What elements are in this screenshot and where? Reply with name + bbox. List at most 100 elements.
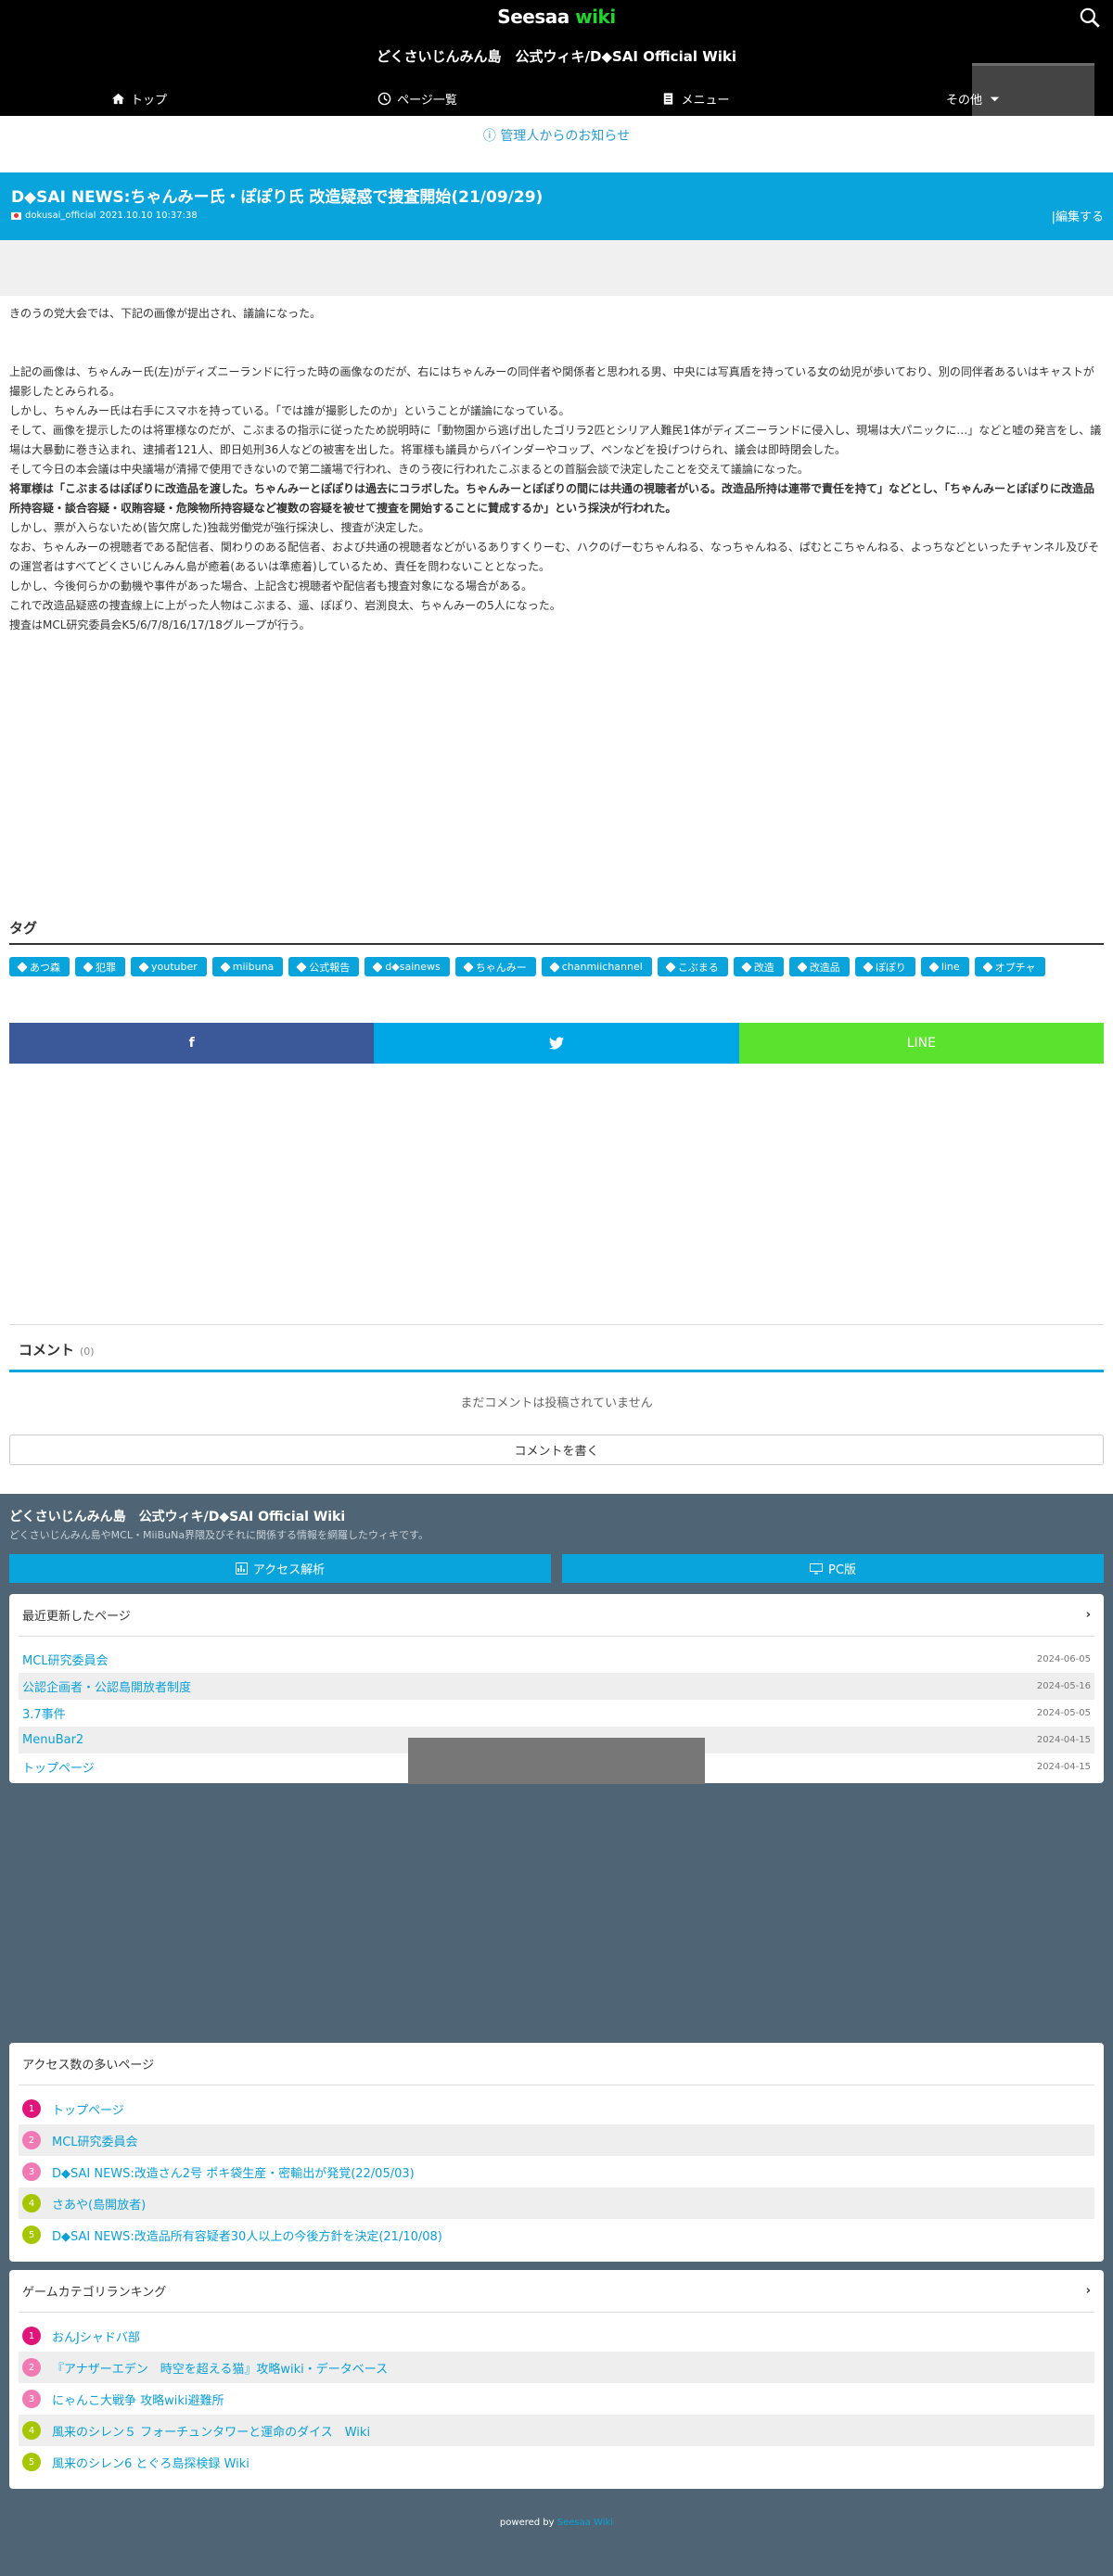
rank-badge: 4 xyxy=(22,2194,41,2213)
article-paragraph: 上記の画像は、ちゃんみー氏(左)がディズニーランドに行った時の画像なのだが、右に… xyxy=(9,365,1094,398)
game-wiki-link[interactable]: おんJシャドバ部 xyxy=(52,2327,140,2345)
seesaa-wiki-logo[interactable]: Seesaa wiki xyxy=(0,6,1113,28)
rank-badge: 1 xyxy=(22,2099,41,2118)
tag[interactable]: オプチャ xyxy=(974,957,1045,976)
popular-page-link[interactable]: トップページ xyxy=(52,2100,124,2118)
tag[interactable]: chanmiichannel xyxy=(541,957,652,976)
twitter-share-button[interactable] xyxy=(374,1023,739,1064)
tag-list: あつ森 犯罪 youtuber miibuna 公式報告 d◆sainews ち… xyxy=(9,957,1104,976)
rank-badge: 5 xyxy=(22,2453,41,2471)
tag[interactable]: d◆sainews xyxy=(365,957,450,976)
ad-overlay[interactable] xyxy=(408,1738,705,1784)
list-item[interactable]: 1 おんJシャドバ部 xyxy=(19,2320,1094,2352)
site-title[interactable]: どくさいじんみん島 公式ウィキ/D◆SAI Official Wiki xyxy=(0,46,1113,66)
recent-page-link[interactable]: 3.7事件 xyxy=(22,1704,66,1722)
flag-icon xyxy=(11,211,21,220)
rank-badge: 3 xyxy=(22,2162,41,2181)
updated-date: 2024-06-05 xyxy=(1036,1654,1091,1664)
tag[interactable]: miibuna xyxy=(211,957,284,976)
tag-icon xyxy=(928,961,940,973)
recent-pages-heading[interactable]: 最近更新したページ › xyxy=(19,1594,1094,1637)
game-wiki-link[interactable]: にゃんこ大戦争 攻略wiki避難所 xyxy=(52,2391,224,2408)
nav-menu[interactable]: メニュー xyxy=(556,83,835,113)
recent-page-link[interactable]: トップページ xyxy=(22,1758,95,1776)
article-paragraph: しかし、ちゃんみー氏は右手にスマホを持っている。「では誰が撮影したのか」というこ… xyxy=(9,404,570,417)
write-comment-button[interactable]: コメントを書く xyxy=(9,1435,1104,1465)
list-item[interactable]: 3 にゃんこ大戦争 攻略wiki避難所 xyxy=(19,2383,1094,2415)
popular-page-link[interactable]: さあや(島開放者) xyxy=(52,2195,146,2213)
list-item[interactable]: 2 『アナザーエデン 時空を超える猫』攻略wiki・データベース xyxy=(19,2352,1094,2383)
game-wiki-link[interactable]: 『アナザーエデン 時空を超える猫』攻略wiki・データベース xyxy=(52,2359,388,2377)
article-paragraph: 捜査はMCL研究委員会K5/6/7/8/16/17/18グループが行う。 xyxy=(9,618,311,631)
tag[interactable]: ぽぽり xyxy=(854,957,915,976)
recent-page-link[interactable]: MCL研究委員会 xyxy=(22,1651,109,1668)
pc-version-button[interactable]: PC版 xyxy=(562,1554,1104,1583)
updated-date: 2024-04-15 xyxy=(1036,1735,1091,1745)
tag[interactable]: 改造品 xyxy=(788,957,850,976)
list-item[interactable]: 4 風来のシレン５ フォーチュンタワーと運命のダイス Wiki xyxy=(19,2415,1094,2446)
tag[interactable]: line xyxy=(920,957,969,976)
tag[interactable]: ちゃんみー xyxy=(454,957,536,976)
list-item[interactable]: 3 D◆SAI NEWS:改造さん2号 ポキ袋生産・密輸出が発覚(22/05/03… xyxy=(19,2156,1094,2187)
list-item[interactable]: 5 D◆SAI NEWS:改造品所有容疑者30人以上の今後方針を決定(21/10/… xyxy=(19,2219,1094,2251)
popular-page-link[interactable]: D◆SAI NEWS:改造さん2号 ポキ袋生産・密輸出が発覚(22/05/03) xyxy=(52,2163,415,2181)
recent-page-link[interactable]: MenuBar2 xyxy=(22,1733,83,1747)
tag-icon xyxy=(463,961,474,973)
list-item[interactable]: MCL研究委員会 2024-06-05 xyxy=(19,1646,1094,1673)
popular-page-link[interactable]: D◆SAI NEWS:改造品所有容疑者30人以上の今後方針を決定(21/10/0… xyxy=(52,2226,442,2244)
tag-icon xyxy=(982,961,993,973)
nav-other[interactable]: その他 xyxy=(835,83,1113,113)
list-item[interactable]: 2 MCL研究委員会 xyxy=(19,2124,1094,2156)
admin-notice-link[interactable]: ⓘ 管理人からのお知らせ xyxy=(0,126,1113,145)
list-item[interactable]: 1 トップページ xyxy=(19,2093,1094,2124)
article-paragraph: そして、画像を提示したのは将軍様なのだが、こぶまるの指示に従ったため説明時に「動… xyxy=(9,424,1102,456)
article-paragraph: これで改造品疑惑の捜査線上に上がった人物はこぶまる、遥、ぽぽり、岩渕良太、ちゃん… xyxy=(9,599,561,612)
facebook-share-button[interactable]: f xyxy=(9,1023,375,1064)
tag[interactable]: 改造 xyxy=(733,957,784,976)
site-header: Seesaa wiki どくさいじんみん島 公式ウィキ/D◆SAI Offici… xyxy=(0,0,1113,116)
popular-page-link[interactable]: MCL研究委員会 xyxy=(52,2132,138,2149)
footer-site-description: どくさいじんみん島やMCL・MiiBuNa界隈及びそれに関係する情報を網羅したウ… xyxy=(9,1529,429,1541)
game-ranking-box: ゲームカテゴリランキング › 1 おんJシャドバ部 2 『アナザーエデン 時空を超える… xyxy=(9,2270,1104,2489)
search-icon[interactable] xyxy=(1078,6,1102,30)
list-item[interactable]: 4 さあや(島開放者) xyxy=(19,2187,1094,2219)
footer-site-title[interactable]: どくさいじんみん島 公式ウィキ/D◆SAI Official Wiki xyxy=(9,1507,345,1525)
game-wiki-link[interactable]: 風来のシレン５ フォーチュンタワーと運命のダイス Wiki xyxy=(52,2422,370,2440)
tag-icon xyxy=(220,961,231,973)
tag-icon xyxy=(372,961,383,973)
caret-down-icon xyxy=(990,96,1000,101)
tag[interactable]: 公式報告 xyxy=(288,957,360,976)
edit-button[interactable]: |編集する xyxy=(1052,207,1104,224)
popular-pages-box: アクセス数の多いページ 1 トップページ 2 MCL研究委員会 3 D◆SAI NEW… xyxy=(9,2043,1104,2262)
post-date: 2021.10.10 10:37:38 xyxy=(99,210,198,221)
tag[interactable]: youtuber xyxy=(131,957,207,976)
tag-icon xyxy=(138,961,149,973)
list-item[interactable]: 公認企画者・公認島開放者制度 2024-05-16 xyxy=(19,1673,1094,1700)
article-meta: dokusai_official 2021.10.10 10:37:38 xyxy=(11,210,198,221)
game-ranking-heading[interactable]: ゲームカテゴリランキング › xyxy=(19,2270,1094,2313)
monitor-icon xyxy=(810,1562,824,1574)
nav-page-list[interactable]: ページ一覧 xyxy=(278,83,556,113)
seesaa-wiki-link[interactable]: Seesaa Wiki xyxy=(557,2518,613,2528)
tag[interactable]: 犯罪 xyxy=(75,957,125,976)
article-paragraph: しかし、票が入らないため(皆欠席した)独裁労働党が強行採決し、捜査が決定した。 xyxy=(9,521,430,534)
tag[interactable]: こぶまる xyxy=(657,957,728,976)
line-share-button[interactable]: LINE xyxy=(738,1023,1104,1064)
tag-icon xyxy=(549,961,560,973)
tag[interactable]: あつ森 xyxy=(9,957,70,976)
list-item[interactable]: 5 風来のシレン6 とぐろ島探検録 Wiki xyxy=(19,2446,1094,2478)
game-wiki-link[interactable]: 風来のシレン6 とぐろ島探検録 Wiki xyxy=(52,2454,249,2471)
rank-badge: 3 xyxy=(22,2390,41,2408)
nav-top[interactable]: トップ xyxy=(0,83,278,113)
tag-icon xyxy=(17,961,28,973)
bar-chart-icon xyxy=(235,1562,248,1575)
rank-badge: 4 xyxy=(22,2421,41,2440)
article-paragraph: なお、ちゃんみーの視聴者である配信者、関わりのある配信者、および共通の視聴者など… xyxy=(9,541,1100,573)
article-paragraph: しかし、今後何らかの動機や事件があった場合、上記含む視聴者や配信者も捜査対象にな… xyxy=(9,580,533,593)
author-link[interactable]: dokusai_official xyxy=(25,210,96,221)
access-analysis-button[interactable]: アクセス解析 xyxy=(9,1554,551,1583)
popular-pages-heading: アクセス数の多いページ xyxy=(19,2043,1094,2085)
recent-page-link[interactable]: 公認企画者・公認島開放者制度 xyxy=(22,1677,191,1695)
rank-badge: 2 xyxy=(22,2131,41,2149)
list-item[interactable]: 3.7事件 2024-05-05 xyxy=(19,1700,1094,1727)
